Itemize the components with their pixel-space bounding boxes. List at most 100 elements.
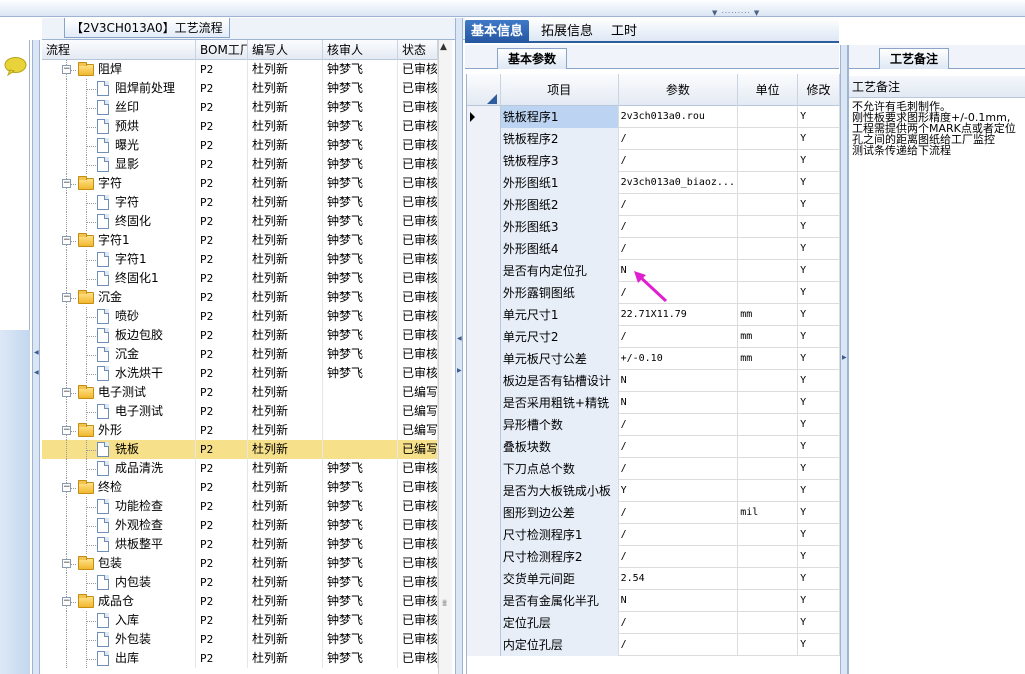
grid-cell-param[interactable]: 22.71X11.79	[619, 304, 739, 326]
grid-cell-unit[interactable]	[738, 590, 799, 612]
grid-cell-unit[interactable]	[738, 634, 799, 656]
grid-cell-modify[interactable]: Y	[798, 194, 840, 216]
grid-cell-unit[interactable]	[738, 612, 799, 634]
collapse-toggle-icon[interactable]: −	[62, 179, 71, 188]
grid-row[interactable]: 外形图纸3/ Y	[467, 216, 840, 238]
grid-cell-modify[interactable]: Y	[798, 260, 840, 282]
row-selector[interactable]	[467, 172, 501, 194]
grid-row[interactable]: 铣板程序1 2v3ch013a0.rou Y	[467, 106, 840, 128]
grid-cell-modify[interactable]: Y	[798, 348, 840, 370]
row-selector[interactable]	[467, 634, 501, 656]
grid-cell-unit[interactable]	[738, 216, 799, 238]
row-selector[interactable]	[467, 348, 501, 370]
grid-cell-param[interactable]: 2v3ch013a0.rou	[619, 106, 739, 128]
grid-cell-param[interactable]: /	[619, 414, 739, 436]
collapse-toggle-icon[interactable]: −	[62, 293, 71, 302]
tree-row[interactable]: 水洗烘干 P2 杜列新 钟梦飞 已审核	[42, 364, 438, 383]
grid-cell-unit[interactable]: mm	[738, 348, 799, 370]
grid-row[interactable]: 内定位孔层 / Y	[467, 634, 840, 656]
tree-row[interactable]: − 字符 P2 杜列新 钟梦飞 已审核	[42, 174, 438, 193]
grid-cell-unit[interactable]	[738, 128, 799, 150]
collapse-toggle-icon[interactable]: −	[62, 236, 71, 245]
tree-node[interactable]: − 电子测试	[42, 383, 196, 402]
grid-cell-unit[interactable]	[738, 260, 799, 282]
grid-cell-param[interactable]: /	[619, 502, 739, 524]
tree-row[interactable]: − 字符1 P2 杜列新 钟梦飞 已审核	[42, 231, 438, 250]
grid-row[interactable]: 图形到边公差 / mil Y	[467, 502, 840, 524]
tree-node[interactable]: − 终检	[42, 478, 196, 497]
grid-row[interactable]: 外形图纸2/ Y	[467, 194, 840, 216]
tree-node[interactable]: 电子测试	[42, 402, 196, 421]
row-selector[interactable]	[467, 546, 501, 568]
grid-cell-modify[interactable]: Y	[798, 392, 840, 414]
row-selector[interactable]	[467, 282, 501, 304]
grid-cell-modify[interactable]: Y	[798, 370, 840, 392]
tree-col-status[interactable]: 状态	[398, 40, 438, 60]
tree-row[interactable]: − 包装 P2 杜列新 钟梦飞 已审核	[42, 554, 438, 573]
tree-row[interactable]: 功能检查 P2 杜列新 钟梦飞 已审核	[42, 497, 438, 516]
tree-row[interactable]: 外包装 P2 杜列新 钟梦飞 已审核	[42, 630, 438, 649]
grid-row[interactable]: 下刀点总个数 / Y	[467, 458, 840, 480]
collapse-toggle-icon[interactable]: −	[62, 388, 71, 397]
tree-row[interactable]: 入库 P2 杜列新 钟梦飞 已审核	[42, 611, 438, 630]
row-selector[interactable]	[467, 568, 501, 590]
tree-row[interactable]: 沉金 P2 杜列新 钟梦飞 已审核	[42, 345, 438, 364]
grid-cell-modify[interactable]: Y	[798, 326, 840, 348]
grid-cell-unit[interactable]	[738, 106, 799, 128]
tab-basic-params[interactable]: 基本参数	[497, 48, 568, 69]
tree-row[interactable]: − 阻焊 P2 杜列新 钟梦飞 已审核	[42, 60, 438, 79]
tree-node[interactable]: 丝印	[42, 98, 196, 117]
row-selector[interactable]	[467, 194, 501, 216]
grid-cell-modify[interactable]: Y	[798, 150, 840, 172]
grid-row[interactable]: 交货单元间距 2.54 Y	[467, 568, 840, 590]
grid-row[interactable]: 板边是否有钻槽设计 N Y	[467, 370, 840, 392]
tree-col-bom[interactable]: BOM工厂	[196, 40, 248, 60]
row-selector[interactable]	[467, 502, 501, 524]
grid-cell-modify[interactable]: Y	[798, 172, 840, 194]
grid-cell-modify[interactable]: Y	[798, 634, 840, 656]
tree-row[interactable]: 终固化 P2 杜列新 钟梦飞 已审核	[42, 212, 438, 231]
tree-node[interactable]: 阻焊前处理	[42, 79, 196, 98]
tree-row[interactable]: 终固化1 P2 杜列新 钟梦飞 已审核	[42, 269, 438, 288]
collapse-toggle-icon[interactable]: −	[62, 597, 71, 606]
grid-col-modify[interactable]: 修改	[798, 74, 840, 106]
grid-cell-param[interactable]: +/-0.10	[619, 348, 739, 370]
grid-cell-param[interactable]: Y	[619, 480, 739, 502]
tree-row[interactable]: 出库 P2 杜列新 钟梦飞 已审核	[42, 649, 438, 668]
grid-cell-unit[interactable]	[738, 282, 799, 304]
row-selector[interactable]	[467, 326, 501, 348]
grid-cell-param[interactable]: N	[619, 392, 739, 414]
grid-row[interactable]: 单元尺寸1 22.71X11.79 mm Y	[467, 304, 840, 326]
tree-row[interactable]: − 电子测试 P2 杜列新 已编写	[42, 383, 438, 402]
row-selector[interactable]	[467, 392, 501, 414]
tree-row[interactable]: 喷砂 P2 杜列新 钟梦飞 已审核	[42, 307, 438, 326]
row-selector[interactable]	[467, 612, 501, 634]
grid-cell-unit[interactable]	[738, 150, 799, 172]
tree-node[interactable]: 出库	[42, 649, 196, 668]
tree-node[interactable]: 曝光	[42, 136, 196, 155]
grid-cell-param[interactable]: /	[619, 612, 739, 634]
grid-cell-param[interactable]: /	[619, 326, 739, 348]
tab-basic-info[interactable]: 基本信息	[465, 20, 530, 43]
grid-row[interactable]: 是否为大板铣成小板 Y Y	[467, 480, 840, 502]
grid-cell-unit[interactable]	[738, 238, 799, 260]
tree-row[interactable]: − 沉金 P2 杜列新 钟梦飞 已审核	[42, 288, 438, 307]
grid-cell-param[interactable]: /	[619, 194, 739, 216]
grid-cell-unit[interactable]: mm	[738, 304, 799, 326]
grid-cell-unit[interactable]	[738, 480, 799, 502]
tree-row[interactable]: 板边包胶 P2 杜列新 钟梦飞 已审核	[42, 326, 438, 345]
tree-row[interactable]: − 外形 P2 杜列新 已编写	[42, 421, 438, 440]
grid-cell-modify[interactable]: Y	[798, 282, 840, 304]
grid-cell-unit[interactable]	[738, 414, 799, 436]
center-splitter[interactable]: ◀ ▶	[455, 18, 463, 674]
tree-node[interactable]: 终固化	[42, 212, 196, 231]
collapse-toggle-icon[interactable]: −	[62, 483, 71, 492]
tree-row[interactable]: 曝光 P2 杜列新 钟梦飞 已审核	[42, 136, 438, 155]
tree-node[interactable]: 成品清洗	[42, 459, 196, 478]
tree-row[interactable]: − 成品仓 P2 杜列新 钟梦飞 已审核	[42, 592, 438, 611]
grid-corner[interactable]	[467, 74, 501, 106]
tree-node[interactable]: − 成品仓	[42, 592, 196, 611]
grid-cell-unit[interactable]: mm	[738, 326, 799, 348]
tree-node[interactable]: 字符	[42, 193, 196, 212]
tree-node[interactable]: − 外形	[42, 421, 196, 440]
